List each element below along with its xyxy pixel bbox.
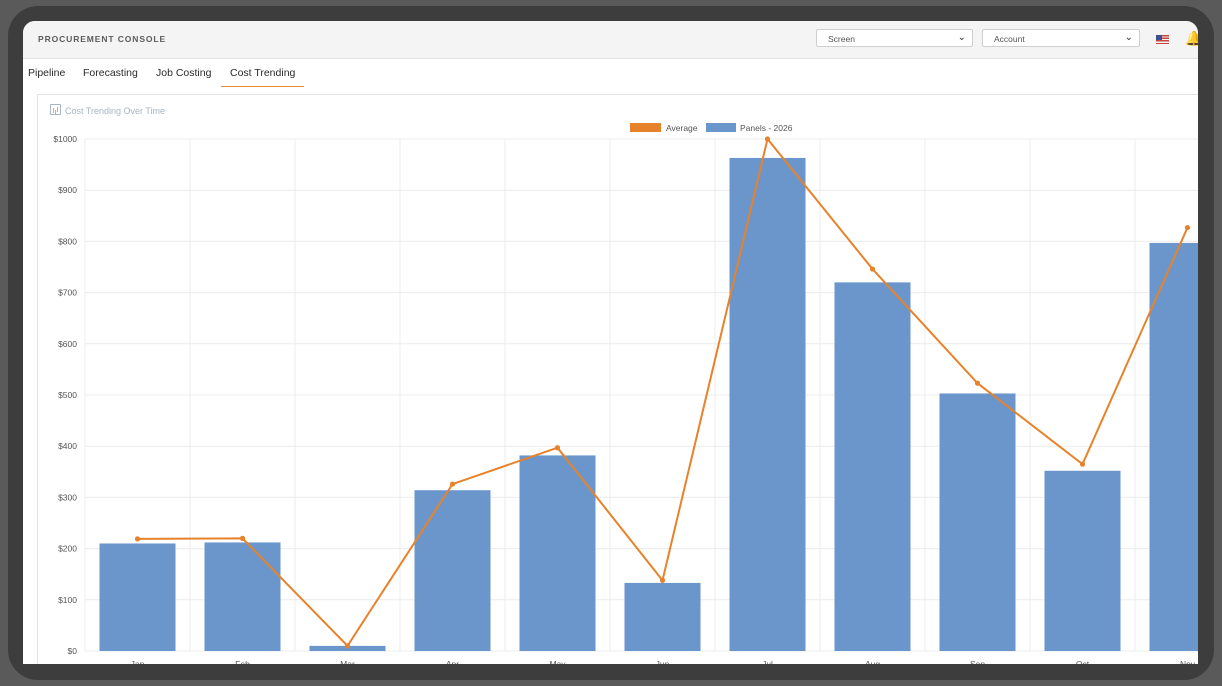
- x-tick-label: Oct: [1076, 659, 1090, 664]
- app-window: PROCUREMENT CONSOLE Screen ⌄ Account ⌄ 🔔…: [23, 21, 1198, 664]
- y-tick-label: $300: [58, 492, 77, 502]
- x-tick-label: Nov: [1180, 659, 1196, 664]
- bar-feb: [204, 542, 281, 651]
- y-tick-label: $900: [58, 185, 77, 195]
- bar-may: [519, 455, 596, 651]
- bar-sep: [939, 393, 1016, 651]
- bar-jan: [99, 543, 176, 651]
- average-point-oct: [1079, 461, 1086, 467]
- average-point-apr: [449, 481, 456, 487]
- legend-swatch-panels: [706, 123, 736, 132]
- bar-jun: [624, 582, 701, 651]
- average-point-aug: [869, 266, 876, 272]
- average-point-jan: [134, 536, 141, 542]
- x-tick-label: Mar: [340, 659, 355, 664]
- x-tick-label: Jul: [762, 659, 773, 664]
- y-tick-label: $200: [58, 544, 77, 554]
- average-point-jul: [764, 136, 771, 142]
- y-tick-label: $500: [58, 390, 77, 400]
- x-tick-label: Apr: [446, 659, 459, 664]
- y-tick-label: $100: [58, 595, 77, 605]
- average-point-may: [554, 445, 561, 451]
- average-point-sep: [974, 380, 981, 386]
- x-tick-label: Jun: [656, 659, 670, 664]
- average-point-jun: [659, 577, 666, 583]
- y-tick-label: $400: [58, 441, 77, 451]
- bar-nov: [1149, 242, 1198, 651]
- x-tick-label: May: [549, 659, 566, 664]
- bar-jul: [729, 157, 806, 651]
- y-tick-label: $600: [58, 339, 77, 349]
- y-tick-label: $800: [58, 236, 77, 246]
- bar-oct: [1044, 470, 1121, 651]
- y-tick-label: $0: [68, 646, 78, 656]
- legend-label-panels: Panels - 2026: [740, 123, 793, 133]
- y-tick-label: $1000: [53, 134, 77, 144]
- legend-label-average: Average: [666, 123, 698, 133]
- y-tick-label: $700: [58, 288, 77, 298]
- legend-swatch-average: [630, 123, 661, 132]
- bar-apr: [414, 490, 491, 651]
- average-point-mar: [344, 643, 351, 649]
- x-tick-label: Feb: [235, 659, 250, 664]
- x-tick-label: Jan: [131, 659, 145, 664]
- bar-aug: [834, 282, 911, 651]
- average-point-feb: [239, 535, 246, 541]
- cost-trending-chart: $0 $100 $200 $300 $400 $500 $600 $700 $800 $900 $1…: [53, 123, 1198, 664]
- average-point-nov: [1184, 224, 1191, 231]
- x-tick-label: Sep: [970, 659, 985, 664]
- x-tick-label: Aug: [865, 659, 880, 664]
